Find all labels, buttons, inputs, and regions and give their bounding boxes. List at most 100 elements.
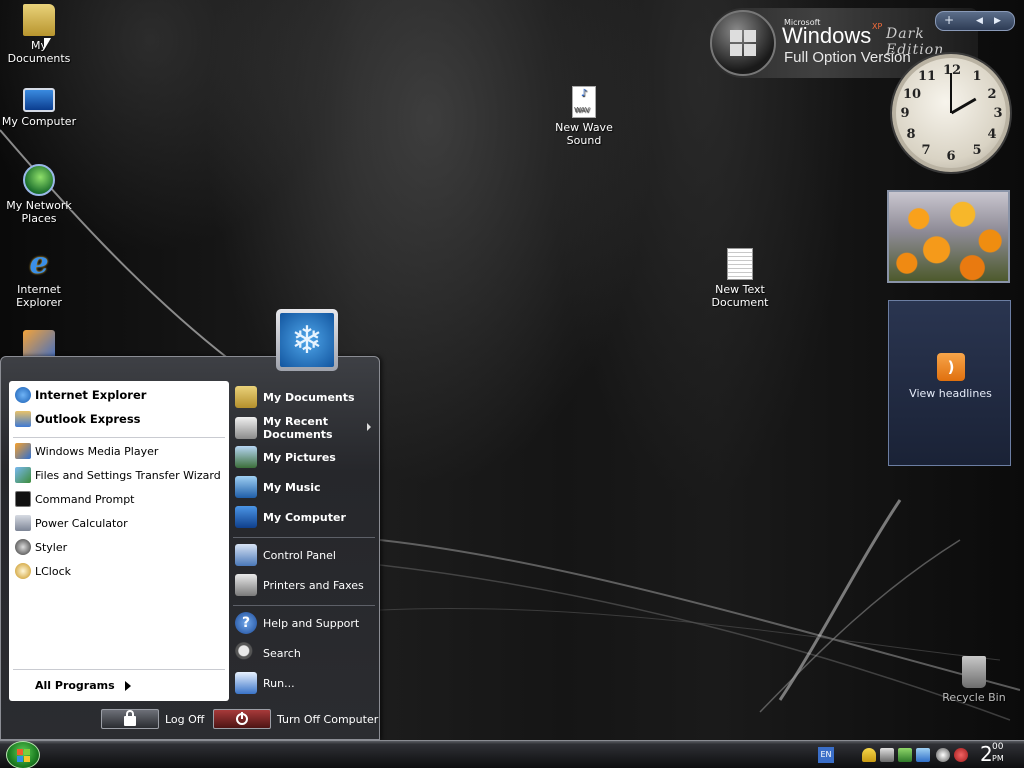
start-item-command-prompt[interactable]: Command Prompt (15, 489, 225, 509)
clock-number: 9 (900, 106, 910, 121)
start-item-internet-explorer[interactable]: Internet Explorer (15, 385, 225, 405)
language-indicator[interactable]: EN (818, 747, 834, 763)
my-computer-icon (235, 506, 257, 528)
safely-remove-hardware-icon[interactable] (898, 748, 912, 762)
start-item-label: My Recent Documents (263, 415, 333, 441)
start-item-help-and-support[interactable]: ? Help and Support (235, 611, 375, 635)
log-off-button[interactable]: Log Off (101, 709, 204, 729)
recycle-bin-icon (962, 656, 986, 688)
logo-xp-text: XP (872, 22, 883, 31)
my-music-icon (235, 476, 257, 498)
transfer-wizard-icon (15, 467, 31, 483)
printer-icon (235, 574, 257, 596)
power-icon (236, 712, 248, 725)
turn-off-computer-button[interactable]: Turn Off Computer (213, 709, 378, 729)
slideshow-gadget[interactable] (887, 190, 1010, 283)
desktop-icon-new-wave-sound[interactable]: WAV ♪ New Wave Sound (545, 86, 623, 147)
user-account-picture[interactable]: ❄ (276, 309, 338, 371)
styler-icon (15, 539, 31, 555)
start-item-transfer-wizard[interactable]: Files and Settings Transfer Wizard (15, 465, 225, 485)
clock-number: 3 (993, 106, 1003, 121)
start-button[interactable] (6, 741, 40, 768)
windows-orb-icon (710, 10, 776, 76)
start-menu: Internet Explorer Outlook Express Window… (0, 356, 380, 740)
computer-icon (23, 88, 55, 112)
desktop-icon-label: My Network Places (6, 199, 72, 225)
clock-gadget[interactable]: 12 1 2 3 4 5 6 7 8 9 10 11 (892, 54, 1010, 172)
clock-number: 11 (918, 69, 937, 84)
previous-page-button[interactable]: ◀ (976, 16, 983, 26)
logo-windows-text: Windows (782, 23, 872, 48)
clock-number: 2 (987, 87, 997, 102)
start-item-windows-media-player[interactable]: Windows Media Player (15, 441, 225, 461)
run-icon (235, 672, 257, 694)
logo-full-option-text: Full Option Version (784, 49, 911, 66)
start-item-lclock[interactable]: LClock (15, 561, 225, 581)
clock-number: 7 (921, 143, 931, 158)
desktop-icon-recycle-bin[interactable]: Recycle Bin (935, 656, 1013, 704)
start-item-power-calculator[interactable]: Power Calculator (15, 513, 225, 533)
clock-ampm: PM (992, 754, 1004, 763)
desktop-icon-my-documents[interactable]: My Documents (0, 4, 78, 65)
start-item-styler[interactable]: Styler (15, 537, 225, 557)
start-item-label: Run... (263, 676, 295, 690)
help-icon: ? (235, 612, 257, 634)
styler-tray-icon[interactable] (936, 748, 950, 762)
start-item-label: Internet Explorer (35, 388, 147, 402)
start-item-my-pictures[interactable]: My Pictures (235, 445, 375, 469)
start-item-label: LClock (35, 564, 72, 578)
security-shield-icon[interactable] (862, 748, 876, 762)
network-connection-icon[interactable] (916, 748, 930, 762)
clock-minutes: 00 (992, 742, 1004, 752)
start-item-label: Control Panel (263, 548, 336, 562)
add-gadget-button[interactable]: + (944, 13, 954, 27)
start-item-label: My Pictures (263, 450, 336, 464)
start-item-label: Outlook Express (35, 412, 141, 426)
desktop-icon-label: My Computer (1, 115, 77, 128)
internet-explorer-icon (15, 387, 31, 403)
alert-icon[interactable] (954, 748, 968, 762)
start-item-my-recent-documents[interactable]: My Recent Documents (235, 413, 375, 443)
start-item-label: Search (263, 646, 301, 660)
recent-documents-icon (235, 417, 257, 439)
start-item-label: Power Calculator (35, 516, 128, 530)
start-item-my-music[interactable]: My Music (235, 475, 375, 499)
folder-icon (23, 4, 55, 36)
rss-icon: ) (937, 353, 965, 381)
clock-number: 4 (987, 127, 997, 142)
calculator-icon (15, 515, 31, 531)
feed-headlines-gadget[interactable]: ) View headlines (888, 300, 1011, 466)
start-item-my-documents[interactable]: My Documents (235, 385, 375, 409)
all-programs-button[interactable]: All Programs (35, 679, 131, 692)
control-panel-icon (235, 544, 257, 566)
clock-minute-hand (950, 73, 952, 113)
start-item-printers-and-faxes[interactable]: Printers and Faxes (235, 573, 375, 597)
start-item-label: Files and Settings Transfer Wizard (35, 468, 221, 482)
clock-number: 6 (946, 149, 956, 164)
wave-file-icon: WAV ♪ (572, 86, 596, 118)
media-player-icon (15, 443, 31, 459)
submenu-arrow-icon (367, 423, 371, 431)
lock-icon (124, 710, 136, 726)
start-item-search[interactable]: Search (235, 641, 375, 665)
start-item-label: My Documents (263, 390, 355, 404)
desktop-icon-internet-explorer[interactable]: e Internet Explorer (0, 246, 78, 310)
clock-number: 8 (906, 127, 916, 142)
desktop-icon-my-computer[interactable]: My Computer (0, 82, 78, 128)
volume-icon[interactable] (880, 748, 894, 762)
start-item-my-computer[interactable]: My Computer (235, 505, 375, 529)
next-page-button[interactable]: ▶ (994, 16, 1001, 26)
outlook-express-icon (15, 411, 31, 427)
desktop-icon-my-network-places[interactable]: My Network Places (0, 164, 78, 225)
search-icon (235, 642, 257, 664)
desktop-icon-new-text-document[interactable]: New Text Document (701, 248, 779, 309)
turn-off-label: Turn Off Computer (277, 712, 379, 726)
internet-explorer-icon: e (29, 246, 49, 281)
start-menu-separator (13, 669, 225, 670)
start-item-outlook-express[interactable]: Outlook Express (15, 409, 225, 429)
start-item-run[interactable]: Run... (235, 671, 375, 695)
start-item-control-panel[interactable]: Control Panel (235, 543, 375, 567)
mouse-cursor (44, 38, 51, 50)
start-menu-programs-pane: Internet Explorer Outlook Express Window… (9, 381, 229, 701)
taskbar: EN (0, 740, 1024, 768)
